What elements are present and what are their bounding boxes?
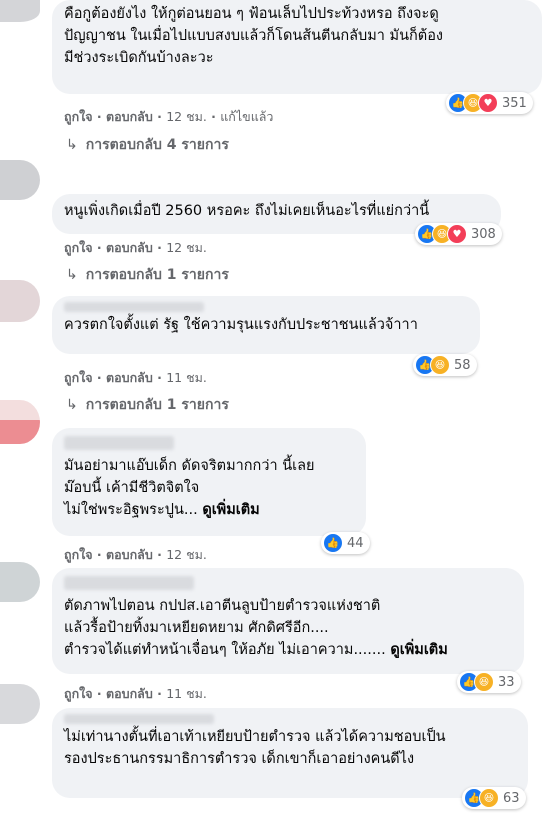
reaction-summary[interactable]: 👍 44 xyxy=(321,532,370,554)
reply-button[interactable]: ตอบกลับ xyxy=(106,686,153,701)
reply-button[interactable]: ตอบกลับ xyxy=(106,240,153,255)
love-icon: ♥ xyxy=(478,93,498,113)
comment-text: ตัดภาพไปตอน กปปส.เอาตีนลูบป้ายตำรวจแห่งช… xyxy=(64,598,448,658)
see-more-link[interactable]: ดูเพิ่มเติม xyxy=(390,642,447,658)
author-name[interactable] xyxy=(64,714,214,724)
view-replies-link[interactable]: ↳ การตอบกลับ 1 รายการ xyxy=(66,394,229,416)
comment-bubble: ควรตกใจตั้งแต่ รัฐ ใช้ความรุนแรงกับประชา… xyxy=(52,296,480,354)
reaction-count: 58 xyxy=(454,357,471,373)
reaction-summary[interactable]: 👍 😆 63 xyxy=(462,787,526,809)
like-button[interactable]: ถูกใจ xyxy=(64,240,93,255)
view-replies-link[interactable]: ↳ การตอบกลับ 1 รายการ xyxy=(66,264,229,286)
love-icon: ♥ xyxy=(447,224,467,244)
timestamp[interactable]: 12 ชม. xyxy=(166,109,207,124)
reply-arrow-icon: ↳ xyxy=(66,397,78,413)
reaction-count: 44 xyxy=(347,535,364,551)
reaction-count: 351 xyxy=(502,95,527,111)
comment-text: ไม่เท่านางตั้นที่เอาเท้าเหยียบป้ายตำรวจ … xyxy=(64,729,446,767)
like-button[interactable]: ถูกใจ xyxy=(64,109,93,124)
author-name[interactable] xyxy=(64,302,204,312)
reply-arrow-icon: ↳ xyxy=(66,267,78,283)
like-button[interactable]: ถูกใจ xyxy=(64,547,93,562)
haha-icon: 😆 xyxy=(474,672,494,692)
comment-bubble: ไม่เท่านางตั้นที่เอาเท้าเหยียบป้ายตำรวจ … xyxy=(52,708,528,798)
comment-actions: ถูกใจ · ตอบกลับ · 11 ชม. xyxy=(64,686,207,701)
timestamp[interactable]: 12 ชม. xyxy=(166,547,207,562)
reaction-count: 308 xyxy=(471,226,496,242)
like-icon: 👍 xyxy=(323,533,343,553)
comment-actions: ถูกใจ · ตอบกลับ · 12 ชม. xyxy=(64,547,207,562)
reaction-summary[interactable]: 👍 😆 33 xyxy=(457,671,521,693)
avatar[interactable] xyxy=(0,562,40,602)
view-replies-link[interactable]: ↳ การตอบกลับ 4 รายการ xyxy=(66,134,229,156)
reaction-count: 63 xyxy=(503,790,520,806)
comment-bubble: คือกูต้องยังไง ให้กูต่อนยอน ๆ ฟ้อนเล็บไป… xyxy=(52,0,542,94)
edited-label: แก้ไขแล้ว xyxy=(220,109,274,124)
reply-button[interactable]: ตอบกลับ xyxy=(106,109,153,124)
haha-icon: 😆 xyxy=(479,788,499,808)
timestamp[interactable]: 12 ชม. xyxy=(166,240,207,255)
timestamp[interactable]: 11 ชม. xyxy=(166,370,207,385)
avatar[interactable] xyxy=(0,0,40,22)
comment-text: คือกูต้องยังไง ให้กูต่อนยอน ๆ ฟ้อนเล็บไป… xyxy=(64,6,444,66)
reaction-summary[interactable]: 👍 😆 58 xyxy=(413,354,477,376)
avatar[interactable] xyxy=(0,280,40,322)
timestamp[interactable]: 11 ชม. xyxy=(166,686,207,701)
reaction-summary[interactable]: 👍 😆 ♥ 351 xyxy=(446,92,533,114)
avatar[interactable] xyxy=(0,400,40,444)
like-button[interactable]: ถูกใจ xyxy=(64,686,93,701)
comment-actions: ถูกใจ · ตอบกลับ · 11 ชม. xyxy=(64,370,207,385)
like-button[interactable]: ถูกใจ xyxy=(64,370,93,385)
comment-bubble: ตัดภาพไปตอน กปปส.เอาตีนลูบป้ายตำรวจแห่งช… xyxy=(52,568,524,674)
comment-bubble: มันอย่ามาแอ๊บเด็ก ดัดจริตมากกว่า นี้เลย … xyxy=(52,428,366,536)
reply-arrow-icon: ↳ xyxy=(66,137,78,153)
reaction-count: 33 xyxy=(498,674,515,690)
comment-text: หนูเพิ่งเกิดเมื่อปี 2560 หรอคะ ถึงไม่เคย… xyxy=(64,203,430,219)
comment-text: ควรตกใจตั้งแต่ รัฐ ใช้ความรุนแรงกับประชา… xyxy=(64,317,418,333)
comment-actions: ถูกใจ · ตอบกลับ · 12 ชม. xyxy=(64,240,207,255)
reply-button[interactable]: ตอบกลับ xyxy=(106,370,153,385)
avatar[interactable] xyxy=(0,160,40,200)
reaction-summary[interactable]: 👍 😆 ♥ 308 xyxy=(415,223,502,245)
see-more-link[interactable]: ดูเพิ่มเติม xyxy=(202,502,259,518)
author-name[interactable] xyxy=(64,436,174,450)
haha-icon: 😆 xyxy=(430,355,450,375)
author-name[interactable] xyxy=(64,576,194,590)
reply-button[interactable]: ตอบกลับ xyxy=(106,547,153,562)
comment-text: มันอย่ามาแอ๊บเด็ก ดัดจริตมากกว่า นี้เลย … xyxy=(64,458,315,518)
comment-actions: ถูกใจ · ตอบกลับ · 12 ชม. · แก้ไขแล้ว xyxy=(64,109,274,124)
avatar[interactable] xyxy=(0,684,40,724)
